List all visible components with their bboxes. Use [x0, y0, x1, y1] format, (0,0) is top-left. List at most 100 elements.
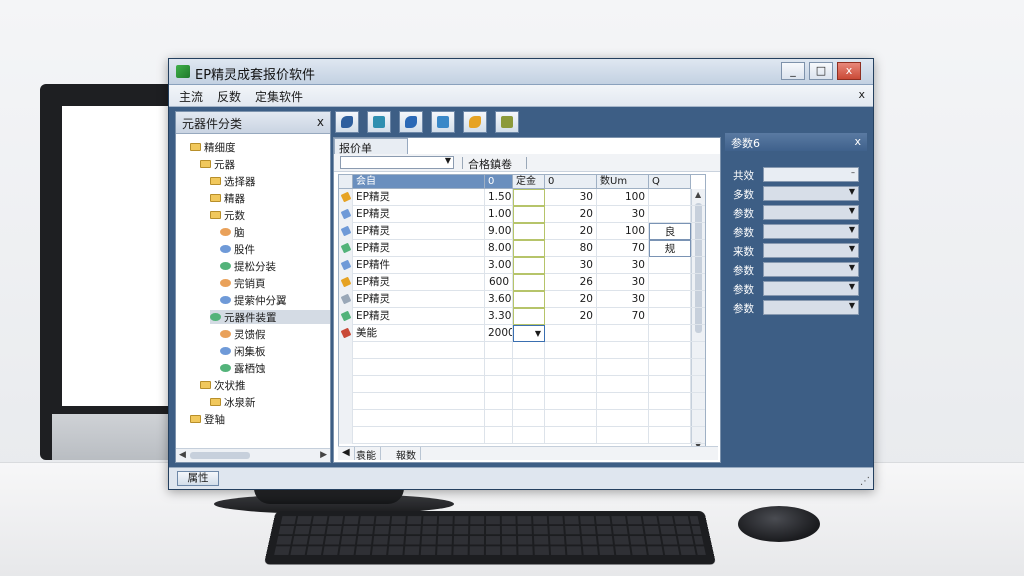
table-cell[interactable] — [649, 189, 691, 206]
table-cell[interactable]: 8.00 — [485, 240, 513, 257]
table-cell[interactable] — [649, 308, 691, 325]
table-cell[interactable] — [545, 393, 597, 410]
params-panel-close-icon[interactable]: x — [854, 135, 861, 148]
table-cell[interactable]: 2000 — [485, 325, 513, 342]
table-cell[interactable]: 3.60 — [485, 291, 513, 308]
table-row[interactable]: EP精灵 8.00 80 70 规 — [339, 240, 705, 257]
table-cell[interactable] — [513, 427, 545, 444]
table-row[interactable] — [339, 427, 705, 444]
table-cell[interactable] — [485, 427, 513, 444]
table-cell[interactable] — [649, 325, 691, 342]
table-cell[interactable] — [485, 393, 513, 410]
table-cell[interactable] — [545, 410, 597, 427]
param-dropdown[interactable]: ▼ — [763, 205, 859, 220]
table-cell[interactable]: 20 — [545, 223, 597, 240]
table-row[interactable]: EP精灵 600 26 30 — [339, 274, 705, 291]
toolbar-button-copy[interactable] — [399, 111, 423, 133]
table-cell[interactable]: 1.50 — [485, 189, 513, 206]
table-cell[interactable]: 3.30 — [485, 308, 513, 325]
table-cell[interactable] — [649, 410, 691, 427]
item-name-cell[interactable] — [353, 376, 485, 393]
column-header[interactable]: 会自 — [353, 175, 485, 189]
table-cell[interactable] — [649, 291, 691, 308]
table-cell[interactable] — [513, 257, 545, 274]
item-name-cell[interactable] — [353, 342, 485, 359]
item-name-cell[interactable] — [353, 359, 485, 376]
table-cell[interactable] — [545, 376, 597, 393]
minimize-button[interactable]: _ — [781, 62, 805, 80]
param-dropdown[interactable]: ▼ — [763, 281, 859, 296]
menu-close-icon[interactable]: x — [858, 88, 865, 101]
table-cell[interactable]: 9.00 — [485, 223, 513, 240]
table-cell[interactable] — [485, 359, 513, 376]
table-cell[interactable] — [597, 359, 649, 376]
table-cell[interactable] — [649, 427, 691, 444]
table-cell[interactable] — [649, 257, 691, 274]
param-dropdown[interactable]: ▼ — [763, 262, 859, 277]
resize-grip-icon[interactable]: ⋰ — [860, 476, 870, 487]
table-cell[interactable]: 20 — [545, 308, 597, 325]
column-header[interactable]: 0 — [485, 175, 513, 189]
tree-item[interactable]: 次状推 — [200, 378, 330, 392]
table-cell[interactable]: 1.00 — [485, 206, 513, 223]
item-name-cell[interactable]: 美能 — [353, 325, 485, 342]
menu-item-software[interactable]: 定集软件 — [255, 88, 303, 105]
item-name-cell[interactable]: EP精灵 — [353, 308, 485, 325]
table-cell[interactable] — [485, 410, 513, 427]
scroll-thumb[interactable] — [190, 452, 250, 459]
tree-item[interactable]: 元器 — [200, 157, 330, 171]
tree-item[interactable]: 冰泉新 — [210, 395, 330, 409]
table-row[interactable]: EP精灵 3.60 20 30 — [339, 291, 705, 308]
scroll-right-icon[interactable]: ▶ — [320, 450, 327, 460]
table-cell[interactable]: 20 — [545, 206, 597, 223]
table-row[interactable] — [339, 376, 705, 393]
table-cell[interactable] — [513, 342, 545, 359]
table-row[interactable]: EP精件 3.00 30 30 — [339, 257, 705, 274]
table-cell[interactable] — [649, 359, 691, 376]
table-row[interactable]: 美能 2000 ▼ — [339, 325, 705, 342]
table-cell[interactable]: ▼ — [513, 325, 545, 342]
table-cell[interactable] — [513, 308, 545, 325]
table-cell[interactable]: 30 — [597, 257, 649, 274]
table-cell[interactable] — [513, 189, 545, 206]
toolbar-button-list[interactable] — [495, 111, 519, 133]
tree-item[interactable]: 元数 — [210, 208, 330, 222]
tree-item[interactable]: 精细度 — [190, 140, 330, 154]
tree-item[interactable]: 登轴 — [190, 412, 330, 426]
tree-horizontal-scrollbar[interactable]: ◀ ▶ — [176, 448, 330, 462]
toolbar-button-edit[interactable] — [367, 111, 391, 133]
table-cell[interactable]: 30 — [597, 206, 649, 223]
tree-item[interactable]: 露栖蚀 — [220, 361, 330, 375]
item-name-cell[interactable]: EP精灵 — [353, 274, 485, 291]
table-cell[interactable]: 30 — [545, 257, 597, 274]
tree-item[interactable]: 脑 — [220, 225, 330, 239]
item-name-cell[interactable]: EP精灵 — [353, 189, 485, 206]
table-cell[interactable] — [597, 410, 649, 427]
table-cell[interactable] — [513, 240, 545, 257]
tree-item[interactable]: 元器件装置 — [210, 310, 330, 324]
table-cell[interactable] — [597, 427, 649, 444]
quote-toolbar-label[interactable]: 合格鎮卷 — [468, 156, 512, 172]
table-cell[interactable] — [513, 410, 545, 427]
param-dropdown[interactable]: ▼ — [763, 186, 859, 201]
param-dropdown[interactable]: – — [763, 167, 859, 182]
param-dropdown[interactable]: ▼ — [763, 300, 859, 315]
table-row[interactable] — [339, 359, 705, 376]
table-row[interactable]: EP精灵 9.00 20 100 良 — [339, 223, 705, 240]
table-cell[interactable] — [649, 342, 691, 359]
table-row[interactable] — [339, 393, 705, 410]
menu-item-main[interactable]: 主流 — [179, 88, 203, 105]
table-cell[interactable]: 100 — [597, 189, 649, 206]
table-cell[interactable] — [649, 376, 691, 393]
item-name-cell[interactable]: EP精灵 — [353, 240, 485, 257]
table-cell[interactable] — [597, 393, 649, 410]
table-row[interactable]: EP精灵 1.50 30 100 — [339, 189, 705, 206]
table-cell[interactable] — [649, 274, 691, 291]
tree-item[interactable]: 提松分装 — [220, 259, 330, 273]
table-cell[interactable] — [513, 393, 545, 410]
table-cell[interactable] — [649, 206, 691, 223]
table-cell[interactable] — [597, 376, 649, 393]
table-row[interactable] — [339, 342, 705, 359]
table-cell[interactable]: 30 — [597, 291, 649, 308]
table-cell[interactable]: 30 — [597, 274, 649, 291]
